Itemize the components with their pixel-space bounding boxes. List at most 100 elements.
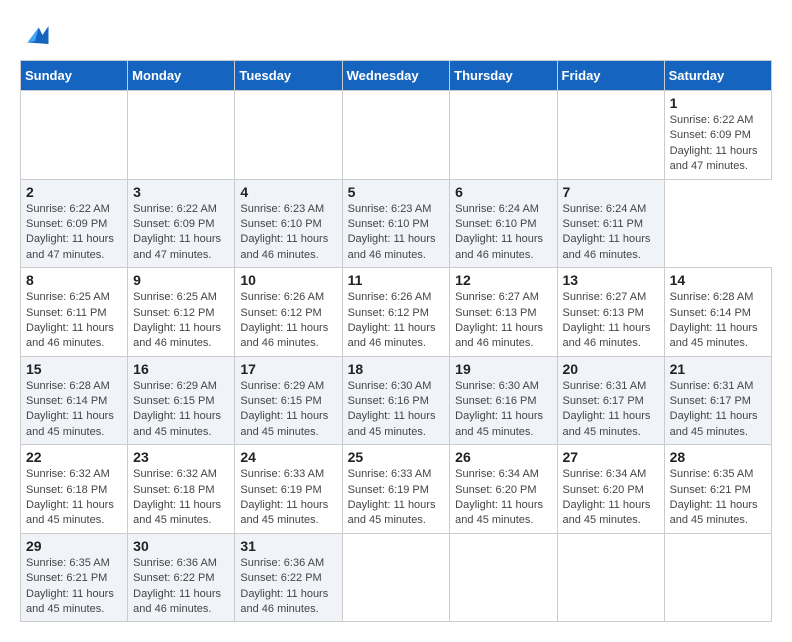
day-detail: Sunrise: 6:33 AMSunset: 6:19 PMDaylight:… xyxy=(348,467,445,529)
day-number: 31 xyxy=(240,538,336,554)
calendar-week-6: 29Sunrise: 6:35 AMSunset: 6:21 PMDayligh… xyxy=(21,533,772,622)
day-number: 29 xyxy=(26,538,122,554)
day-cell-5: 5Sunrise: 6:23 AMSunset: 6:10 PMDaylight… xyxy=(342,179,450,268)
day-number: 19 xyxy=(455,361,551,377)
day-cell-30: 30 Sunrise: 6:36 AMSunset: 6:22 PMDayligh… xyxy=(128,533,235,622)
day-cell-9: 9Sunrise: 6:25 AMSunset: 6:12 PMDaylight… xyxy=(128,268,235,357)
empty-cell xyxy=(235,91,342,180)
day-header-wednesday: Wednesday xyxy=(342,61,450,91)
day-number: 20 xyxy=(563,361,659,377)
day-cell-14: 14 Sunrise: 6:28 AMSunset: 6:14 PMDayligh… xyxy=(664,268,771,357)
day-cell-22: 22 Sunrise: 6:32 AMSunset: 6:18 PMDayligh… xyxy=(21,445,128,534)
day-number: 6 xyxy=(455,184,551,200)
day-number: 18 xyxy=(348,361,445,377)
day-cell-7: 7 Sunrise: 6:24 AMSunset: 6:11 PMDaylight… xyxy=(557,179,664,268)
day-detail: Sunrise: 6:23 AMSunset: 6:10 PMDaylight:… xyxy=(240,202,336,264)
day-detail: Sunrise: 6:34 AMSunset: 6:20 PMDaylight:… xyxy=(455,467,551,529)
day-cell-27: 27Sunrise: 6:34 AMSunset: 6:20 PMDayligh… xyxy=(557,445,664,534)
day-detail: Sunrise: 6:22 AMSunset: 6:09 PMDaylight:… xyxy=(133,202,229,264)
day-cell-8: 8Sunrise: 6:25 AMSunset: 6:11 PMDaylight… xyxy=(21,268,128,357)
day-number: 14 xyxy=(670,272,766,288)
day-detail: Sunrise: 6:26 AMSunset: 6:12 PMDaylight:… xyxy=(240,290,336,352)
day-detail: Sunrise: 6:22 AMSunset: 6:09 PMDaylight:… xyxy=(26,202,122,264)
day-number: 21 xyxy=(670,361,766,377)
day-detail: Sunrise: 6:23 AMSunset: 6:10 PMDaylight:… xyxy=(348,202,445,264)
day-cell-13: 13Sunrise: 6:27 AMSunset: 6:13 PMDayligh… xyxy=(557,268,664,357)
day-detail: Sunrise: 6:36 AMSunset: 6:22 PMDaylight:… xyxy=(133,556,229,618)
day-number: 7 xyxy=(563,184,659,200)
day-detail: Sunrise: 6:31 AMSunset: 6:17 PMDaylight:… xyxy=(670,379,766,441)
day-number: 25 xyxy=(348,449,445,465)
day-cell-19: 19 Sunrise: 6:30 AMSunset: 6:16 PMDayligh… xyxy=(450,356,557,445)
day-number: 11 xyxy=(348,272,445,288)
day-cell-6: 6 Sunrise: 6:24 AMSunset: 6:10 PMDaylight… xyxy=(450,179,557,268)
day-detail: Sunrise: 6:26 AMSunset: 6:12 PMDaylight:… xyxy=(348,290,445,352)
day-detail: Sunrise: 6:33 AMSunset: 6:19 PMDaylight:… xyxy=(240,467,336,529)
day-detail: Sunrise: 6:36 AMSunset: 6:22 PMDaylight:… xyxy=(240,556,336,618)
day-number: 27 xyxy=(563,449,659,465)
day-number: 30 xyxy=(133,538,229,554)
day-detail: Sunrise: 6:24 AMSunset: 6:11 PMDaylight:… xyxy=(563,202,659,264)
day-detail: Sunrise: 6:29 AMSunset: 6:15 PMDaylight:… xyxy=(240,379,336,441)
day-detail: Sunrise: 6:28 AMSunset: 6:14 PMDaylight:… xyxy=(670,290,766,352)
day-cell-1: 1Sunrise: 6:22 AMSunset: 6:09 PMDaylight… xyxy=(664,91,771,180)
day-detail: Sunrise: 6:29 AMSunset: 6:15 PMDaylight:… xyxy=(133,379,229,441)
calendar-week-1: 1Sunrise: 6:22 AMSunset: 6:09 PMDaylight… xyxy=(21,91,772,180)
empty-cell xyxy=(342,91,450,180)
day-number: 1 xyxy=(670,95,766,111)
day-detail: Sunrise: 6:27 AMSunset: 6:13 PMDaylight:… xyxy=(563,290,659,352)
day-number: 12 xyxy=(455,272,551,288)
calendar-table: SundayMondayTuesdayWednesdayThursdayFrid… xyxy=(20,60,772,622)
empty-cell xyxy=(21,91,128,180)
page-header xyxy=(20,20,772,50)
day-cell-25: 25 Sunrise: 6:33 AMSunset: 6:19 PMDayligh… xyxy=(342,445,450,534)
day-cell-16: 16 Sunrise: 6:29 AMSunset: 6:15 PMDayligh… xyxy=(128,356,235,445)
day-detail: Sunrise: 6:24 AMSunset: 6:10 PMDaylight:… xyxy=(455,202,551,264)
day-number: 15 xyxy=(26,361,122,377)
empty-cell xyxy=(557,533,664,622)
calendar-week-5: 22 Sunrise: 6:32 AMSunset: 6:18 PMDayligh… xyxy=(21,445,772,534)
day-number: 10 xyxy=(240,272,336,288)
day-cell-10: 10 Sunrise: 6:26 AMSunset: 6:12 PMDayligh… xyxy=(235,268,342,357)
day-number: 22 xyxy=(26,449,122,465)
empty-cell xyxy=(557,91,664,180)
day-detail: Sunrise: 6:25 AMSunset: 6:11 PMDaylight:… xyxy=(26,290,122,352)
day-header-tuesday: Tuesday xyxy=(235,61,342,91)
day-cell-21: 21 Sunrise: 6:31 AMSunset: 6:17 PMDayligh… xyxy=(664,356,771,445)
day-number: 16 xyxy=(133,361,229,377)
day-number: 4 xyxy=(240,184,336,200)
day-detail: Sunrise: 6:30 AMSunset: 6:16 PMDaylight:… xyxy=(348,379,445,441)
day-cell-24: 24Sunrise: 6:33 AMSunset: 6:19 PMDayligh… xyxy=(235,445,342,534)
calendar-week-2: 2Sunrise: 6:22 AMSunset: 6:09 PMDaylight… xyxy=(21,179,772,268)
empty-cell xyxy=(128,91,235,180)
day-number: 17 xyxy=(240,361,336,377)
logo xyxy=(20,20,54,50)
day-cell-17: 17 Sunrise: 6:29 AMSunset: 6:15 PMDayligh… xyxy=(235,356,342,445)
day-header-monday: Monday xyxy=(128,61,235,91)
day-cell-20: 20 Sunrise: 6:31 AMSunset: 6:17 PMDayligh… xyxy=(557,356,664,445)
day-number: 23 xyxy=(133,449,229,465)
day-number: 26 xyxy=(455,449,551,465)
calendar-week-3: 8Sunrise: 6:25 AMSunset: 6:11 PMDaylight… xyxy=(21,268,772,357)
day-cell-2: 2Sunrise: 6:22 AMSunset: 6:09 PMDaylight… xyxy=(21,179,128,268)
day-detail: Sunrise: 6:25 AMSunset: 6:12 PMDaylight:… xyxy=(133,290,229,352)
empty-cell xyxy=(664,533,771,622)
day-cell-31: 31 Sunrise: 6:36 AMSunset: 6:22 PMDayligh… xyxy=(235,533,342,622)
day-cell-12: 12 Sunrise: 6:27 AMSunset: 6:13 PMDayligh… xyxy=(450,268,557,357)
day-detail: Sunrise: 6:32 AMSunset: 6:18 PMDaylight:… xyxy=(133,467,229,529)
day-header-sunday: Sunday xyxy=(21,61,128,91)
day-detail: Sunrise: 6:35 AMSunset: 6:21 PMDaylight:… xyxy=(670,467,766,529)
day-detail: Sunrise: 6:32 AMSunset: 6:18 PMDaylight:… xyxy=(26,467,122,529)
day-header-saturday: Saturday xyxy=(664,61,771,91)
day-detail: Sunrise: 6:31 AMSunset: 6:17 PMDaylight:… xyxy=(563,379,659,441)
empty-cell xyxy=(450,91,557,180)
day-detail: Sunrise: 6:27 AMSunset: 6:13 PMDaylight:… xyxy=(455,290,551,352)
day-header-thursday: Thursday xyxy=(450,61,557,91)
day-cell-11: 11 Sunrise: 6:26 AMSunset: 6:12 PMDayligh… xyxy=(342,268,450,357)
day-cell-28: 28 Sunrise: 6:35 AMSunset: 6:21 PMDayligh… xyxy=(664,445,771,534)
day-detail: Sunrise: 6:30 AMSunset: 6:16 PMDaylight:… xyxy=(455,379,551,441)
day-number: 28 xyxy=(670,449,766,465)
empty-cell xyxy=(450,533,557,622)
empty-cell xyxy=(342,533,450,622)
day-number: 3 xyxy=(133,184,229,200)
